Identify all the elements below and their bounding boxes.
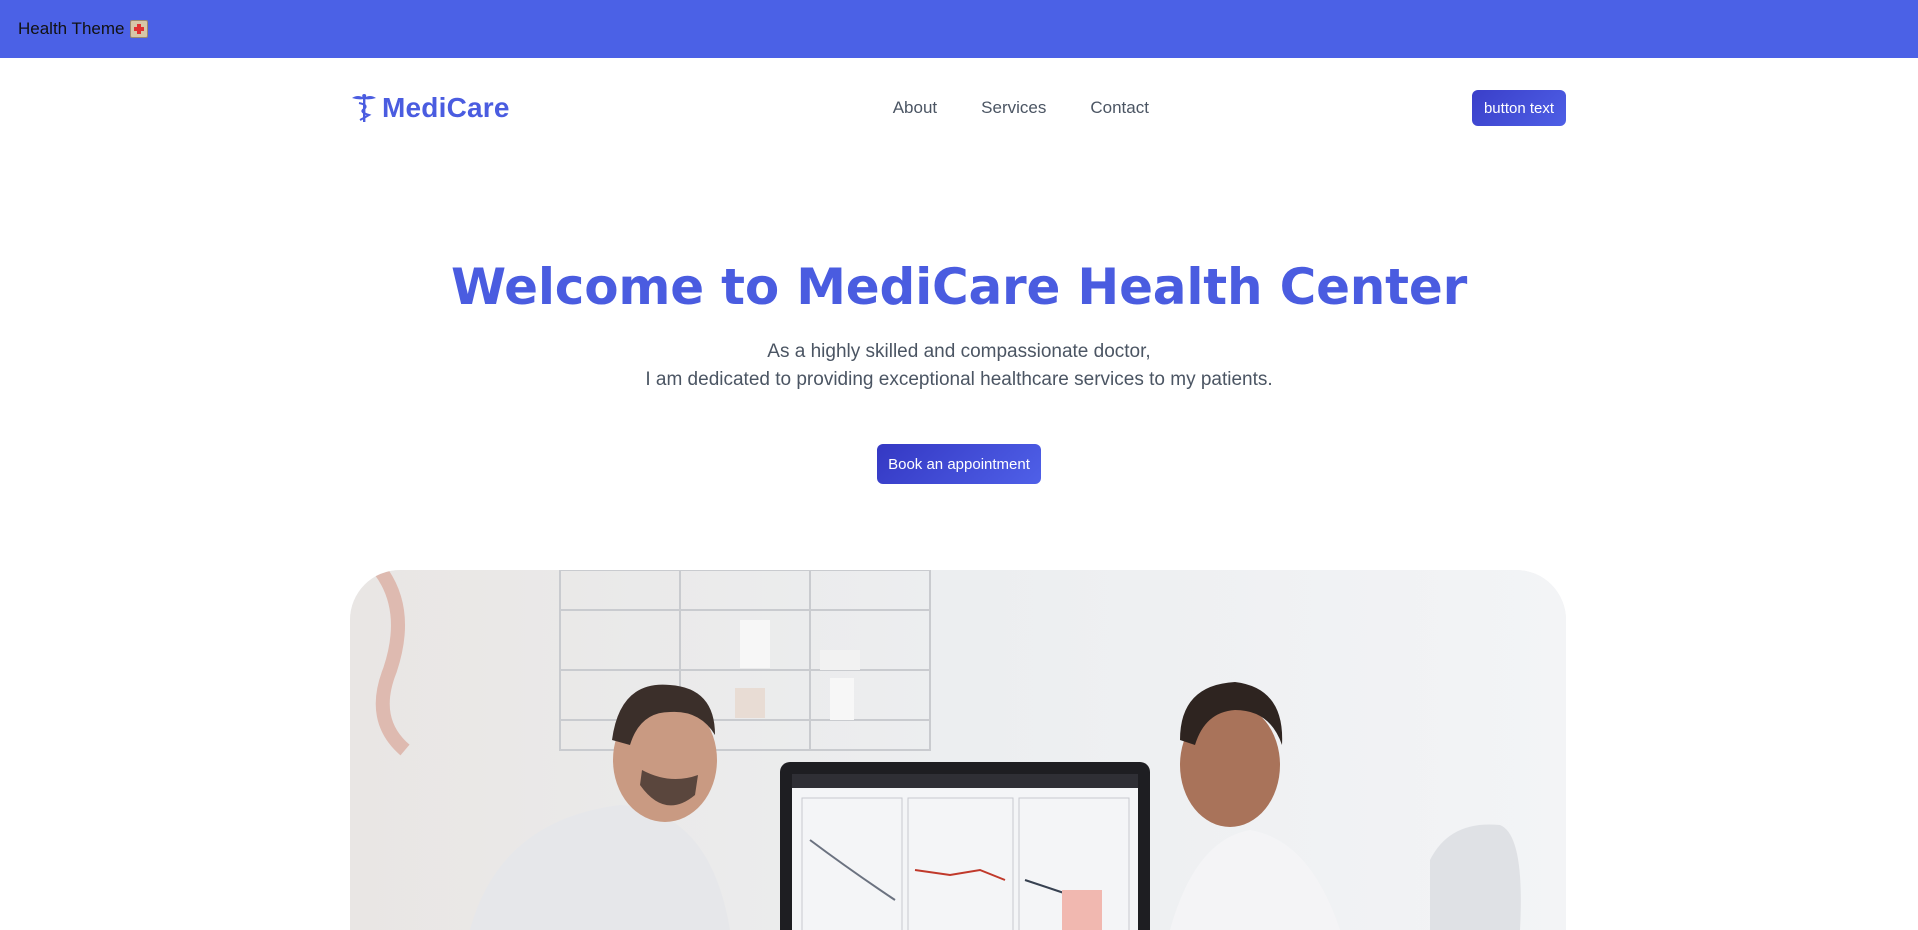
brand-name: MediCare	[382, 92, 510, 123]
nav-link-about[interactable]: About	[893, 98, 937, 118]
consultation-illustration	[350, 570, 1566, 930]
theme-title: Health Theme	[18, 19, 125, 38]
caduceus-icon	[352, 94, 376, 122]
hero-photo-doctor-consultation	[350, 570, 1566, 930]
brand-logo[interactable]: MediCare	[350, 92, 510, 124]
hero-subtitle: As a highly skilled and compassionate do…	[0, 338, 1918, 394]
theme-topbar: Health Theme	[0, 0, 1918, 58]
nav-link-contact[interactable]: Contact	[1090, 98, 1149, 118]
header-cta-button[interactable]: button text	[1472, 90, 1566, 126]
nav-link-services[interactable]: Services	[981, 98, 1046, 118]
nav-links: About Services Contact	[893, 98, 1149, 118]
hero-section: Welcome to MediCare Health Center As a h…	[0, 258, 1918, 484]
hero-title: Welcome to MediCare Health Center	[450, 258, 1468, 316]
hospital-emoji-icon	[130, 20, 149, 38]
hero-subtitle-line-2: I am dedicated to providing exceptional …	[645, 369, 1273, 390]
hero-subtitle-line-1: As a highly skilled and compassionate do…	[767, 341, 1151, 362]
monitor	[780, 762, 1150, 930]
book-appointment-button[interactable]: Book an appointment	[877, 444, 1041, 484]
main-navigation: MediCare About Services Contact button t…	[350, 88, 1566, 128]
